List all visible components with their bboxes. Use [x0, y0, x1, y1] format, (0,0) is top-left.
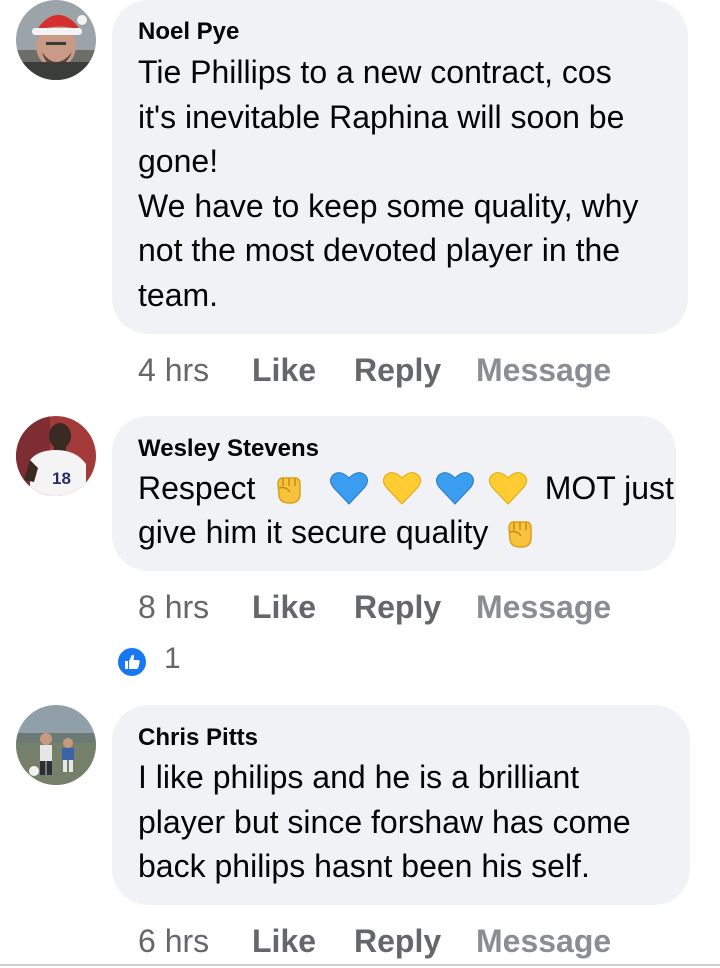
- avatar-noel-pye-image: [16, 0, 96, 80]
- yellow-heart-icon: [383, 471, 422, 505]
- comment-text-line: back philips hasnt been his self.: [138, 848, 590, 884]
- message-button[interactable]: Message: [476, 587, 611, 627]
- reply-button[interactable]: Reply: [354, 921, 441, 961]
- comment-time[interactable]: 8 hrs: [138, 587, 209, 627]
- message-button[interactable]: Message: [476, 921, 611, 961]
- comment-text-line: I like philips and he is a brilliant: [138, 759, 580, 795]
- avatar-chris-pitts-image: [16, 705, 96, 785]
- comment-author[interactable]: Chris Pitts: [138, 724, 258, 752]
- comment-text-line: player but since forshaw has come: [138, 803, 631, 840]
- yellow-heart-icon: [488, 471, 527, 505]
- comment-actions-wesley-stevens: 8 hrs Like Reply Message: [138, 587, 698, 627]
- comment-text-line: We have to keep some quality, why: [138, 187, 639, 224]
- comment-text-line: gone!: [138, 143, 219, 179]
- comments-page: Noel Pye Tie Phillips to a new contract,…: [0, 0, 720, 968]
- reply-button[interactable]: Reply: [354, 350, 441, 390]
- comment-text-line: Respect MOT just: [138, 466, 674, 511]
- blue-heart-icon: [435, 471, 474, 505]
- comment-text-line: it's inevitable Raphina will soon be: [138, 98, 625, 135]
- like-button[interactable]: Like: [252, 587, 316, 627]
- comment-text-line: not the most devoted player in the: [138, 232, 621, 268]
- raised-fist-icon: [508, 520, 533, 548]
- avatar-wesley-stevens[interactable]: 18: [16, 416, 96, 496]
- bottom-divider: [0, 964, 720, 966]
- like-reaction-icon: [116, 646, 148, 678]
- reaction-count: 1: [164, 642, 181, 675]
- comment-text-segment: Respect: [138, 470, 256, 506]
- comment-text-line: Tie Phillips to a new contract, cos: [138, 54, 612, 90]
- comment-text-segment: MOT just: [544, 470, 674, 506]
- comment-time[interactable]: 6 hrs: [138, 921, 209, 961]
- comment-author[interactable]: Wesley Stevens: [138, 435, 319, 463]
- avatar-noel-pye[interactable]: [16, 0, 96, 80]
- comment-time[interactable]: 4 hrs: [138, 350, 209, 390]
- like-button[interactable]: Like: [252, 350, 316, 390]
- like-button[interactable]: Like: [252, 921, 316, 961]
- reply-button[interactable]: Reply: [354, 587, 441, 627]
- raised-fist-icon: [277, 476, 302, 504]
- blue-heart-icon: [330, 471, 369, 505]
- comment-author[interactable]: Noel Pye: [138, 18, 239, 46]
- comment-actions-chris-pitts: 6 hrs Like Reply Message: [138, 921, 698, 961]
- avatar-wesley-stevens-image: 18: [16, 416, 96, 496]
- comment-text-line: team.: [138, 276, 219, 313]
- jersey-number: 18: [52, 469, 71, 488]
- comment-actions-noel-pye: 4 hrs Like Reply Message: [138, 350, 698, 390]
- message-button[interactable]: Message: [476, 350, 611, 390]
- comment-text-segment: give him it secure quality: [138, 514, 489, 550]
- avatar-chris-pitts[interactable]: [16, 705, 96, 785]
- comment-text-line: give him it secure quality: [138, 510, 537, 555]
